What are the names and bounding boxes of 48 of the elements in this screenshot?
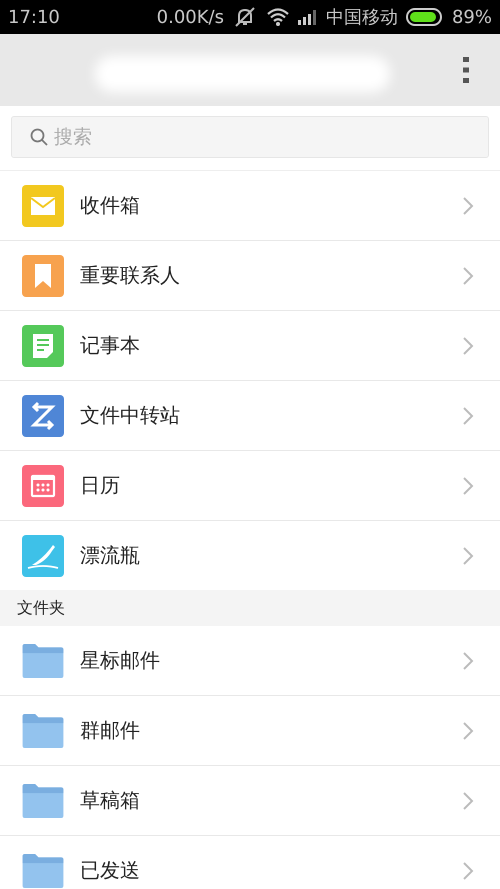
folder-icon [22, 784, 64, 818]
folder-label: 已发送 [80, 857, 141, 884]
folder-icon [22, 854, 64, 888]
chevron-right-icon [462, 406, 474, 426]
battery-icon [406, 8, 444, 26]
menu-item-label: 漂流瓶 [80, 542, 141, 569]
calendar-icon [22, 464, 64, 506]
wifi-icon [266, 7, 290, 27]
search-field[interactable]: 搜索 [11, 116, 489, 158]
menu-item-label: 记事本 [80, 332, 141, 359]
chevron-right-icon [462, 546, 474, 566]
bookmark-icon [22, 254, 64, 296]
menu-item-label: 日历 [80, 472, 121, 499]
envelope-icon [22, 184, 64, 226]
chevron-right-icon [462, 860, 474, 880]
chevron-right-icon [462, 336, 474, 356]
menu-item[interactable]: 记事本 [0, 311, 500, 381]
chevron-right-icon [462, 476, 474, 496]
folder-icon [22, 644, 64, 678]
folder-label: 星标邮件 [80, 647, 161, 674]
chevron-right-icon [462, 650, 474, 670]
chevron-right-icon [462, 720, 474, 740]
folder-item[interactable]: 星标邮件 [0, 626, 500, 696]
network-speed: 0.00K/s [156, 6, 224, 28]
menu-item[interactable]: 日历 [0, 451, 500, 521]
folder-label: 群邮件 [80, 717, 141, 744]
transfer-icon [22, 394, 64, 436]
signal-icon [298, 9, 318, 25]
menu-item-label: 重要联系人 [80, 262, 181, 289]
folder-item[interactable]: 群邮件 [0, 696, 500, 766]
chevron-right-icon [462, 790, 474, 810]
menu-item[interactable]: 收件箱 [0, 171, 500, 241]
menu-item[interactable]: 重要联系人 [0, 241, 500, 311]
carrier-name: 中国移动 [326, 6, 398, 29]
folder-label: 草稿箱 [80, 787, 141, 814]
chevron-right-icon [462, 266, 474, 286]
more-icon[interactable] [462, 56, 470, 84]
menu-item[interactable]: 文件中转站 [0, 381, 500, 451]
menu-item-label: 文件中转站 [80, 402, 181, 429]
folder-icon [22, 714, 64, 748]
menu-item-label: 收件箱 [80, 192, 141, 219]
chevron-right-icon [462, 196, 474, 216]
folder-item[interactable]: 草稿箱 [0, 766, 500, 836]
folder-item[interactable]: 已发送 [0, 836, 500, 889]
battery-percent: 89% [452, 6, 492, 28]
time: 17:10 [8, 6, 60, 28]
section-title: 文件夹 [17, 598, 65, 618]
note-icon [22, 324, 64, 366]
